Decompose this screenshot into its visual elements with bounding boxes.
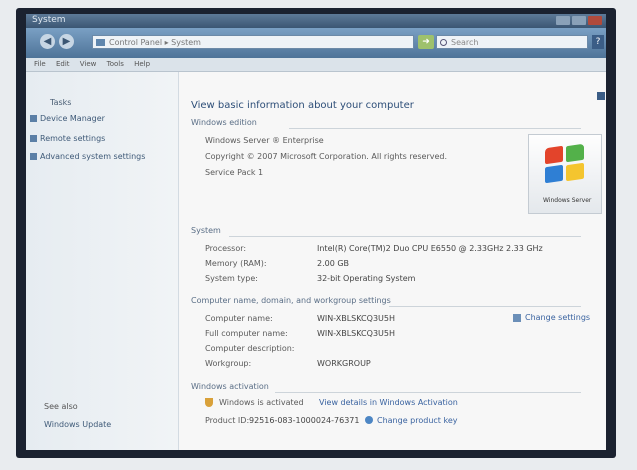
task-device-manager[interactable]: Device Manager	[30, 114, 105, 123]
edition-service-pack: Service Pack 1	[205, 168, 264, 177]
change-key-icon	[365, 416, 373, 424]
flag-green	[566, 143, 584, 163]
task-pane: Tasks Device Manager Remote settings Adv…	[26, 72, 179, 450]
section-edition: Windows edition	[191, 118, 257, 127]
section-system: System	[191, 226, 221, 235]
see-also-header: See also	[44, 402, 78, 411]
change-settings-link[interactable]: Change settings	[525, 313, 590, 322]
advanced-settings-icon	[30, 153, 37, 160]
divider	[275, 392, 581, 393]
search-input[interactable]: Search	[436, 35, 588, 49]
full-computer-name-label: Full computer name:	[205, 329, 288, 338]
computer-name-label: Computer name:	[205, 314, 273, 323]
edition-copyright: Copyright © 2007 Microsoft Corporation. …	[205, 152, 448, 161]
forward-arrow-icon[interactable]: ▶	[59, 34, 74, 49]
main-content: View basic information about your comput…	[179, 72, 606, 450]
full-computer-name-value: WIN-XBLSKCQ3U5H	[317, 329, 395, 338]
page-title: View basic information about your comput…	[191, 100, 414, 111]
edition-name: Windows Server ® Enterprise	[205, 136, 324, 145]
window-title: System	[32, 15, 66, 25]
address-toolbar: ◀ ▶ Control Panel ▸ System ➜ Search ?	[26, 28, 606, 58]
divider	[289, 128, 581, 129]
shield-settings-icon	[513, 314, 521, 322]
flag-yellow	[566, 162, 584, 182]
product-id-value: 92516-083-1000024-76371	[249, 416, 360, 425]
memory-label: Memory (RAM):	[205, 259, 267, 268]
processor-value: Intel(R) Core(TM)2 Duo CPU E6550 @ 2.33G…	[317, 244, 543, 253]
computer-description-label: Computer description:	[205, 344, 295, 353]
search-icon	[440, 39, 447, 46]
processor-label: Processor:	[205, 244, 247, 253]
menu-edit[interactable]: Edit	[56, 60, 70, 68]
activation-status: Windows is activated	[219, 398, 304, 407]
change-product-key-link[interactable]: Change product key	[377, 416, 458, 425]
title-bar[interactable]: System	[26, 14, 606, 28]
help-corner-icon[interactable]	[597, 92, 605, 100]
activation-details-link[interactable]: View details in Windows Activation	[319, 398, 458, 407]
logo-brand: Windows Server	[543, 197, 592, 204]
refresh-button[interactable]: ➜	[418, 35, 434, 49]
flag-red	[545, 145, 563, 165]
system-type-label: System type:	[205, 274, 258, 283]
divider	[229, 236, 581, 237]
system-type-value: 32-bit Operating System	[317, 274, 416, 283]
task-label: Device Manager	[40, 114, 105, 123]
divider	[389, 306, 581, 307]
back-arrow-icon[interactable]: ◀	[40, 34, 55, 49]
maximize-button[interactable]	[572, 16, 586, 25]
menu-file[interactable]: File	[34, 60, 46, 68]
activation-shield-icon	[205, 398, 213, 407]
section-activation: Windows activation	[191, 382, 269, 391]
memory-value: 2.00 GB	[317, 259, 350, 268]
windows-logo: Windows Server	[528, 134, 602, 214]
menu-bar: File Edit View Tools Help	[26, 58, 606, 72]
task-advanced-settings[interactable]: Advanced system settings	[30, 152, 146, 161]
flag-blue	[545, 164, 563, 184]
search-placeholder: Search	[451, 38, 479, 47]
menu-help[interactable]: Help	[134, 60, 150, 68]
workgroup-label: Workgroup:	[205, 359, 252, 368]
menu-view[interactable]: View	[80, 60, 97, 68]
address-bar[interactable]: Control Panel ▸ System	[92, 35, 414, 49]
task-label: Remote settings	[40, 134, 106, 143]
close-button[interactable]	[588, 16, 602, 25]
help-icon[interactable]: ?	[592, 35, 604, 49]
address-text: Control Panel ▸ System	[109, 38, 201, 47]
task-remote-settings[interactable]: Remote settings	[30, 134, 106, 143]
screen: System ◀ ▶ Control Panel ▸ System ➜ Sear…	[26, 14, 606, 450]
see-also-windows-update[interactable]: Windows Update	[44, 420, 111, 429]
remote-settings-icon	[30, 135, 37, 142]
section-computer-name: Computer name, domain, and workgroup set…	[191, 296, 391, 305]
tasks-header: Tasks	[50, 98, 72, 107]
computer-name-value: WIN-XBLSKCQ3U5H	[317, 314, 395, 323]
minimize-button[interactable]	[556, 16, 570, 25]
menu-tools[interactable]: Tools	[107, 60, 124, 68]
computer-icon	[96, 39, 105, 46]
task-label: Advanced system settings	[40, 152, 146, 161]
workgroup-value: WORKGROUP	[317, 359, 371, 368]
product-id-label: Product ID:	[205, 416, 250, 425]
device-manager-icon	[30, 115, 37, 122]
